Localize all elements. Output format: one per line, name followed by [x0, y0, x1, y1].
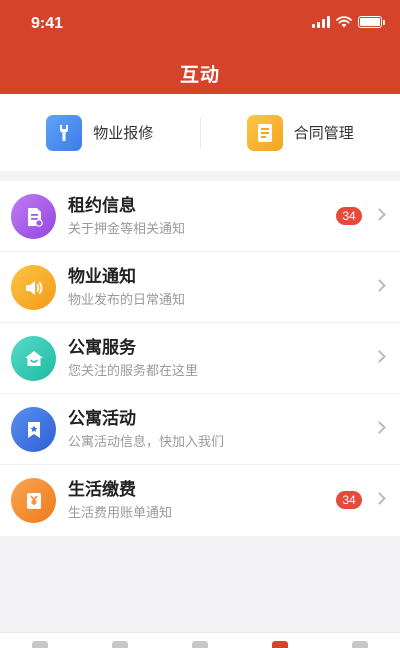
speaker-icon: [11, 265, 56, 310]
chevron-right-icon: [373, 492, 386, 505]
chevron-right-icon: [373, 279, 386, 292]
list-item-title: 公寓活动: [68, 409, 136, 429]
interaction-tab-icon: [272, 641, 288, 648]
profile-tab-icon: [352, 641, 368, 648]
tab-profile[interactable]: [350, 633, 370, 648]
discover-tab-icon: [112, 641, 128, 648]
property-repair-label: 物业报修: [93, 124, 154, 142]
contract-management-button[interactable]: 合同管理: [201, 94, 400, 171]
list-item-title: 公寓服务: [68, 338, 136, 358]
property-repair-button[interactable]: 物业报修: [0, 94, 200, 171]
document-icon: [11, 194, 56, 239]
bookmark-icon: [11, 407, 56, 452]
list-item-title: 生活缴费: [68, 480, 136, 500]
contract-management-label: 合同管理: [293, 124, 354, 142]
list-item-apartment-service[interactable]: 公寓服务 您关注的服务都在这里: [0, 323, 400, 394]
battery-icon: [358, 16, 385, 28]
list-item-title: 物业通知: [68, 267, 136, 287]
unread-badge: 34: [336, 491, 362, 509]
wrench-icon: [46, 114, 83, 151]
page-title: 互动: [179, 64, 220, 86]
quick-actions: 物业报修 合同管理: [0, 94, 400, 171]
list-item-subtitle: 公寓活动信息，快加入我们: [68, 435, 225, 450]
list-item-property-notice[interactable]: 物业通知 物业发布的日常通知: [0, 252, 400, 323]
list-item-subtitle: 您关注的服务都在这里: [68, 364, 199, 379]
services-tab-icon: [192, 641, 208, 648]
contract-icon: [246, 114, 283, 151]
chevron-right-icon: [373, 421, 386, 434]
home-tab-icon: [32, 641, 48, 648]
bottom-tab-bar: [0, 632, 400, 648]
chevron-right-icon: [373, 350, 386, 363]
tab-services[interactable]: [190, 633, 210, 648]
list-item-subtitle: 物业发布的日常通知: [68, 293, 186, 308]
status-icons: [312, 16, 385, 28]
list-item-utility-payment[interactable]: 生活缴费 生活费用账单通知 34: [0, 465, 400, 536]
list-item-subtitle: 生活费用账单通知: [68, 506, 173, 521]
list-item-lease-info[interactable]: 租约信息 关于押金等相关通知 34: [0, 181, 400, 252]
bill-icon: [11, 478, 56, 523]
tab-discover[interactable]: [110, 633, 130, 648]
status-time: 9:41: [31, 15, 64, 32]
signal-icon: [312, 16, 330, 28]
list-item-apartment-activity[interactable]: 公寓活动 公寓活动信息，快加入我们: [0, 394, 400, 465]
app-header: 9:41 互动: [0, 0, 400, 94]
unread-badge: 34: [336, 207, 362, 225]
tab-interaction[interactable]: [270, 633, 290, 648]
list-item-title: 租约信息: [68, 196, 136, 216]
status-bar: 9:41: [0, 0, 400, 46]
chevron-right-icon: [373, 208, 386, 221]
message-list: 租约信息 关于押金等相关通知 34 物业通知 物业发布的日常通知 公寓服务 您关…: [0, 181, 400, 536]
wifi-icon: [336, 16, 352, 28]
home-icon: [11, 336, 56, 381]
list-item-subtitle: 关于押金等相关通知: [68, 222, 186, 237]
tab-home[interactable]: [30, 633, 50, 648]
